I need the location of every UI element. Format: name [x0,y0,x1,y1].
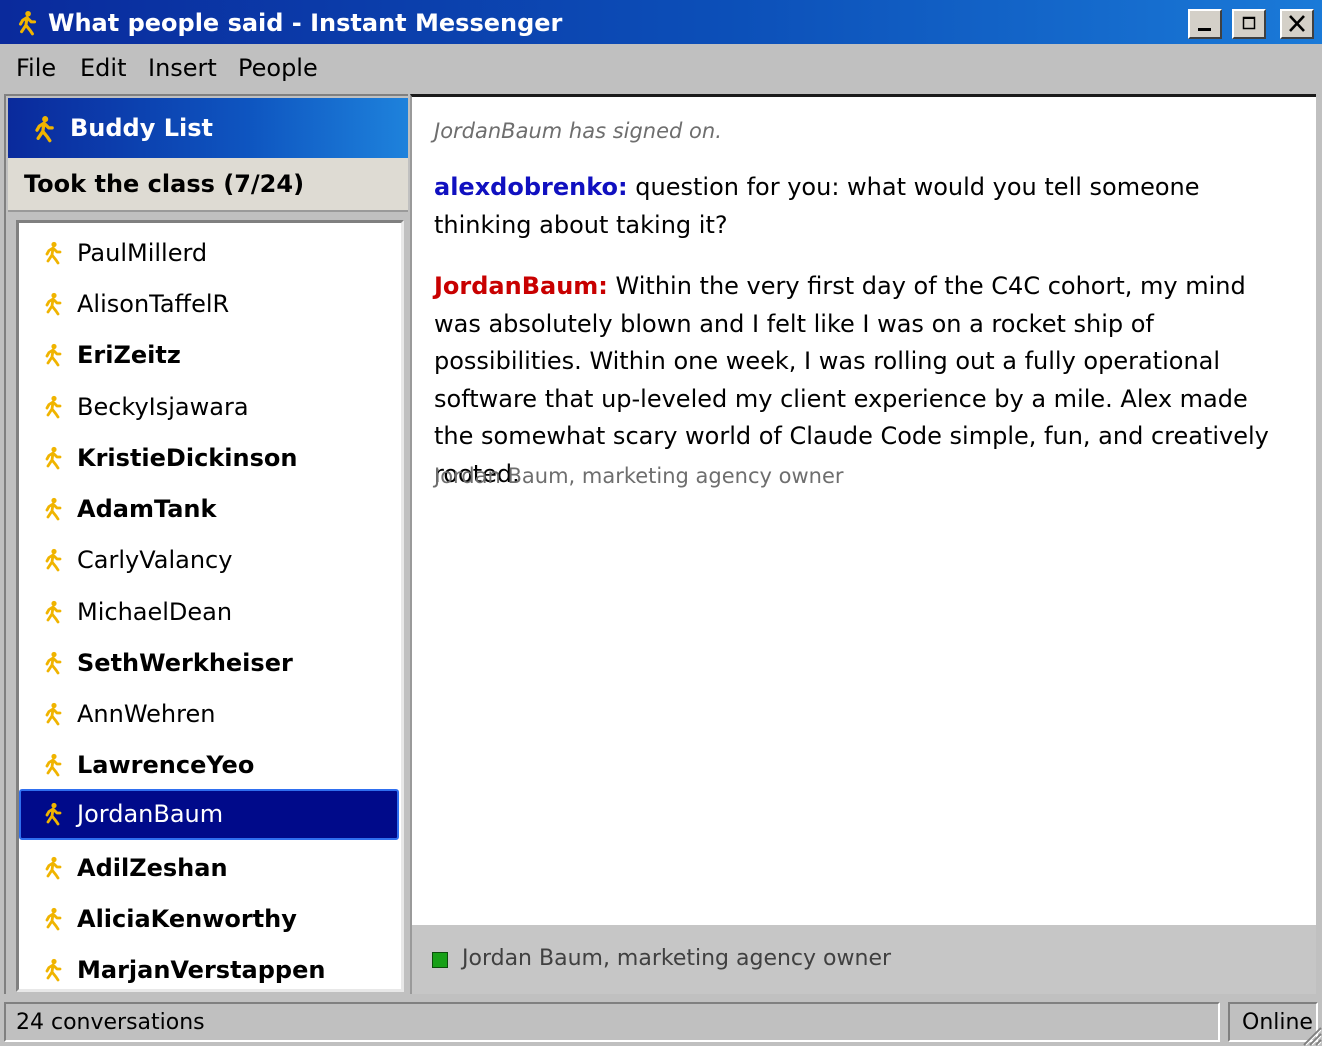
running-person-icon [45,548,62,572]
buddy-status-strip: Jordan Baum, marketing agency owner [412,925,1316,994]
running-person-icon [41,240,65,266]
maximize-icon [1242,16,1256,30]
running-person-icon [45,856,62,880]
buddy-item[interactable]: AnnWehren [19,689,401,740]
running-person-icon [45,292,62,316]
resize-grip-icon[interactable] [1300,1024,1322,1046]
message-sender: JordanBaum: [434,272,608,300]
running-person-icon [45,651,62,675]
running-person-icon [41,342,65,368]
running-person-icon [41,547,65,573]
buddy-item[interactable]: AdilZeshan [19,843,401,894]
running-person-icon [41,291,65,317]
buddy-item[interactable]: AliciaKenworthy [19,894,401,945]
menu-edit[interactable]: Edit [80,54,126,82]
buddy-name: EriZeitz [77,341,181,369]
buddy-name: CarlyValancy [77,546,233,574]
buddy-list-header: Buddy List [8,98,408,158]
buddy-name: AlisonTaffelR [77,290,230,318]
status-field-conversations: 24 conversations [4,1002,1220,1042]
buddy-name: MichaelDean [77,598,233,626]
minimize-icon [1198,28,1211,31]
maximize-button[interactable] [1232,9,1266,39]
buddy-name: AdamTank [77,495,217,523]
running-person-icon [41,394,65,420]
running-person-icon [41,496,65,522]
buddy-name: KristieDickinson [77,444,298,472]
running-person-icon [45,446,62,470]
running-person-icon [45,907,62,931]
buddy-item[interactable]: LawrenceYeo [19,740,401,791]
buddy-item[interactable]: PaulMillerd [19,228,401,279]
close-icon [1289,15,1305,32]
buddy-name: BeckyIsjawara [77,393,249,421]
buddy-name: AdilZeshan [77,854,228,882]
menu-file[interactable]: File [16,54,56,82]
menu-people[interactable]: People [238,54,318,82]
buddy-group-label: Took the class (7/24) [24,170,305,198]
buddy-list[interactable]: PaulMillerd AlisonTaffelR EriZeitz BeckyIsj… [16,220,404,992]
running-person-icon [18,10,37,36]
title-bar: What people said - Instant Messenger [0,0,1322,46]
buddy-item[interactable]: AlisonTaffelR [19,279,401,330]
buddy-item[interactable]: CarlyValancy [19,535,401,586]
running-person-icon [35,116,54,143]
running-person-icon [45,753,62,777]
buddy-item[interactable]: EriZeitz [19,330,401,381]
running-person-icon [45,702,62,726]
buddy-panel: Buddy List Took the class (7/24) PaulMil… [4,94,408,994]
minimize-button[interactable] [1188,9,1222,39]
running-person-icon [41,599,65,625]
buddy-item[interactable]: MarjanVerstappen [19,945,401,989]
buddy-name: AnnWehren [77,700,216,728]
buddy-group-header[interactable]: Took the class (7/24) [8,158,408,212]
running-person-icon [45,241,62,265]
buddy-item[interactable]: SethWerkheiser [19,638,401,689]
buddy-item[interactable]: AdamTank [19,484,401,535]
buddy-item[interactable]: MichaelDean [19,587,401,638]
buddy-item[interactable]: BeckyIsjawara [19,382,401,433]
running-person-icon [45,395,62,419]
running-person-icon [45,802,62,826]
running-person-icon [41,445,65,471]
buddy-item-selected[interactable]: JordanBaum [19,789,399,840]
buddy-name: JordanBaum [77,800,224,828]
running-person-icon [45,958,62,982]
message-sender: alexdobrenko: [434,173,628,201]
chat-panel: JordanBaum has signed on. alexdobrenko: … [410,94,1316,994]
running-person-icon [41,957,65,983]
running-person-icon [45,600,62,624]
running-person-icon [41,752,65,778]
running-person-icon [41,701,65,727]
menu-insert[interactable]: Insert [148,54,217,82]
buddy-list-title: Buddy List [70,114,214,142]
running-person-icon [41,906,65,932]
buddy-item[interactable]: KristieDickinson [19,433,401,484]
buddy-name: PaulMillerd [77,239,208,267]
buddy-name: LawrenceYeo [77,751,255,779]
online-status-icon [432,952,448,968]
buddy-status-text: Jordan Baum, marketing agency owner [462,946,892,971]
window-title: What people said - Instant Messenger [48,9,563,37]
system-message: JordanBaum has signed on. [434,119,722,143]
buddy-name: SethWerkheiser [77,649,293,677]
buddy-name: MarjanVerstappen [77,956,326,984]
message-text: Within the very first day of the C4C coh… [434,272,1269,488]
running-person-icon [41,855,65,881]
conversation-count: 24 conversations [16,1010,205,1035]
menu-bar: File Edit Insert People [0,48,1322,90]
close-button[interactable] [1280,9,1314,39]
chat-message: alexdobrenko: question for you: what wou… [434,169,1294,244]
running-person-icon [41,801,65,827]
chat-message: JordanBaum: Within the very first day of… [434,268,1294,493]
running-person-icon [45,343,62,367]
status-bar: 24 conversations Online [0,998,1322,1046]
message-attribution: Jordan Baum, marketing agency owner [434,464,844,488]
running-person-icon [45,497,62,521]
buddy-name: AliciaKenworthy [77,905,297,933]
running-person-icon [41,650,65,676]
